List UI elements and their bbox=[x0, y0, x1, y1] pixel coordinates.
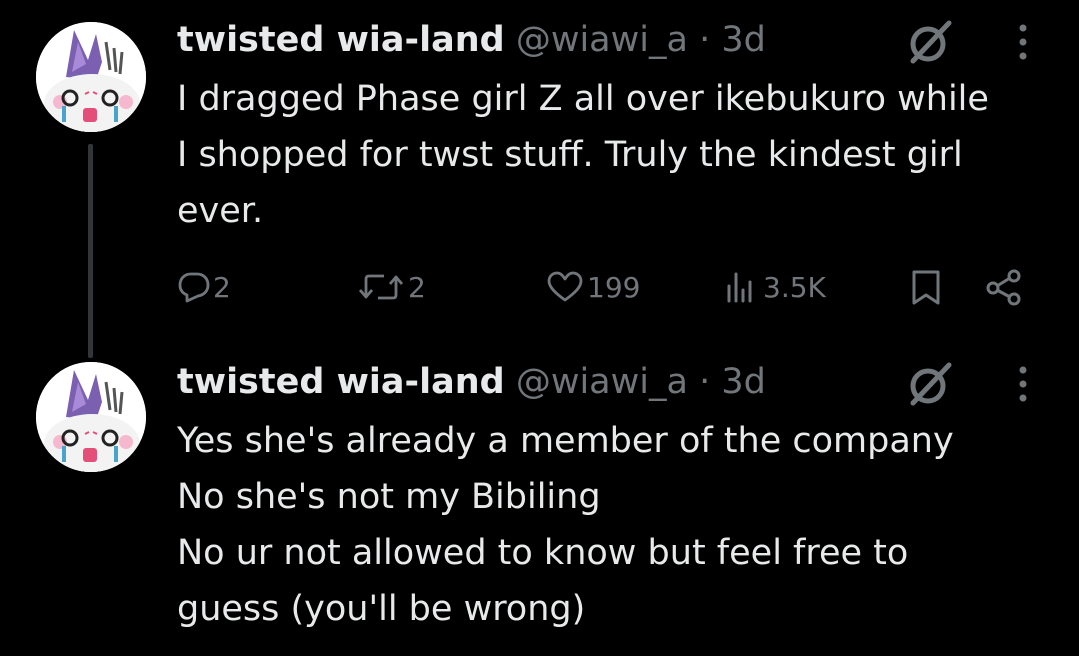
author-name[interactable]: twisted wia-land bbox=[177, 20, 505, 60]
tweet-time[interactable]: 3d bbox=[721, 362, 766, 402]
reply-count: 2 bbox=[213, 270, 231, 304]
author-name[interactable]: twisted wia-land bbox=[177, 362, 505, 402]
more-dots-icon[interactable] bbox=[1008, 20, 1038, 64]
tweet-actions: 2 2 199 3.5K bbox=[0, 262, 1079, 312]
repost-icon bbox=[358, 274, 404, 300]
tweet[interactable]: twisted wia-land @wiawi_a · 3d I dragged… bbox=[0, 0, 1079, 360]
views-button[interactable]: 3.5K bbox=[721, 262, 826, 312]
tweet-time[interactable]: 3d bbox=[721, 20, 766, 60]
tweet-header: twisted wia-land @wiawi_a · 3d bbox=[177, 18, 766, 62]
tweet-text-line: I shopped for twst stuff. Truly the kind… bbox=[177, 135, 963, 175]
like-button[interactable]: 199 bbox=[545, 262, 640, 312]
tweet-text: I dragged Phase girl Z all over ikebukur… bbox=[177, 71, 1057, 239]
views-chart-icon bbox=[727, 272, 752, 303]
grok-icon[interactable] bbox=[905, 359, 955, 409]
avatar[interactable] bbox=[36, 22, 146, 132]
avatar[interactable] bbox=[36, 362, 146, 472]
author-handle[interactable]: @wiawi_a bbox=[516, 20, 688, 60]
heart-icon bbox=[547, 271, 583, 302]
views-count: 3.5K bbox=[763, 270, 826, 304]
repost-button[interactable]: 2 bbox=[356, 262, 426, 312]
thread-line bbox=[88, 144, 93, 358]
tweet-text-line: guess (you'll be wrong) bbox=[177, 589, 586, 629]
avatar-image bbox=[36, 22, 146, 132]
like-count: 199 bbox=[587, 270, 641, 304]
grok-icon[interactable] bbox=[905, 17, 955, 67]
tweet-text-line: Yes she's already a member of the compan… bbox=[177, 421, 954, 461]
tweet-text: Yes she's already a member of the compan… bbox=[177, 413, 1057, 637]
bookmark-icon bbox=[912, 270, 940, 305]
more-dots-icon[interactable] bbox=[1008, 362, 1038, 406]
repost-count: 2 bbox=[408, 270, 426, 304]
share-button[interactable] bbox=[984, 262, 1024, 312]
reply-button[interactable]: 2 bbox=[177, 262, 231, 312]
bookmark-button[interactable] bbox=[906, 262, 946, 312]
author-handle[interactable]: @wiawi_a bbox=[516, 362, 688, 402]
avatar-image bbox=[36, 362, 146, 472]
tweet[interactable]: twisted wia-land @wiawi_a · 3d Yes she's… bbox=[0, 360, 1079, 656]
tweet-text-line: ever. bbox=[177, 191, 264, 231]
tweet-text-line: No she's not my Bibiling bbox=[177, 477, 601, 517]
share-icon bbox=[986, 269, 1021, 306]
reply-icon bbox=[178, 272, 210, 303]
separator-dot: · bbox=[699, 362, 711, 402]
tweet-text-line: No ur not allowed to know but feel free … bbox=[177, 533, 909, 573]
tweet-header: twisted wia-land @wiawi_a · 3d bbox=[177, 360, 766, 404]
separator-dot: · bbox=[699, 20, 711, 60]
tweet-text-line: I dragged Phase girl Z all over ikebukur… bbox=[177, 79, 989, 119]
